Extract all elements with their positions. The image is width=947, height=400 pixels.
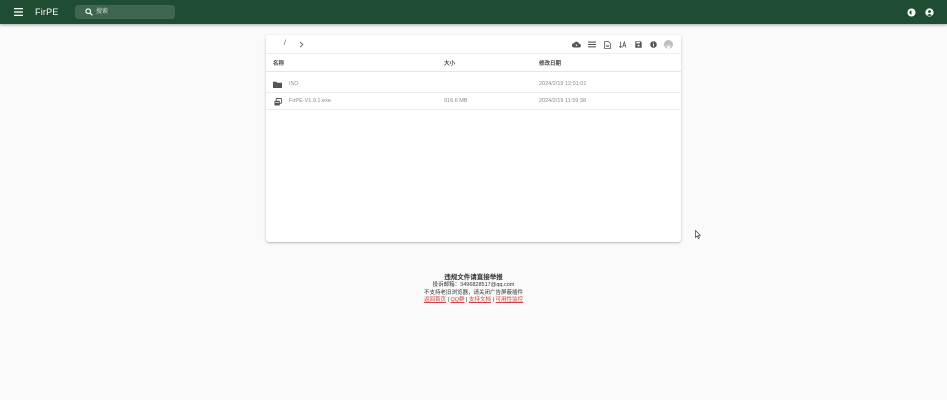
- save-icon: [635, 41, 642, 48]
- save-button[interactable]: [634, 40, 643, 49]
- footer-links: 返回首页 | QQ群 | 支持文档 | 可用性监控: [0, 297, 947, 305]
- download-button[interactable]: [572, 40, 581, 49]
- footer-link-docs[interactable]: 支持文档: [469, 297, 491, 303]
- search-input[interactable]: [96, 5, 172, 19]
- column-header-name[interactable]: 名称: [273, 61, 284, 67]
- text-file-button[interactable]: [603, 40, 612, 49]
- cloud-download-icon: [572, 41, 581, 48]
- sort-az-icon: [618, 41, 626, 48]
- table-header: 名称 大小 修改日期: [266, 53, 681, 72]
- search-box[interactable]: [75, 5, 175, 19]
- file-name: ISO: [289, 81, 299, 87]
- theme-toggle-button[interactable]: [905, 6, 917, 18]
- footer-title: 违规文件请直接举报: [444, 274, 503, 281]
- file-browser-card: / 名称 大小 修改日期 ISO 2024/2/19 12:01:01 FirP…: [266, 35, 681, 242]
- menu-icon: [13, 8, 23, 16]
- info-icon: [650, 41, 657, 48]
- app-title[interactable]: FirPE: [35, 5, 59, 19]
- toolbar: /: [266, 35, 681, 53]
- footer-link-home[interactable]: 返回首页: [424, 297, 446, 303]
- executable-icon: [273, 97, 282, 106]
- avatar-icon: [664, 44, 673, 49]
- account-circle-icon: [924, 7, 934, 17]
- footer-link-donate[interactable]: 可用性监控: [496, 297, 524, 303]
- footer-separator: |: [447, 297, 449, 303]
- column-header-modified[interactable]: 修改日期: [539, 61, 561, 67]
- brightness-icon: [906, 7, 916, 17]
- file-modified: 2024/2/19 12:01:01: [539, 81, 587, 87]
- footer: 违规文件请直接举报 投诉邮箱：3496828517@qq.com 不支持老旧浏览…: [0, 273, 947, 305]
- footer-link-qq[interactable]: QQ群: [450, 297, 464, 303]
- footer-separator: |: [466, 297, 468, 303]
- footer-separator: |: [492, 297, 494, 303]
- account-button[interactable]: [923, 6, 935, 18]
- app-bar: FirPE: [0, 0, 947, 24]
- file-modified: 2024/2/19 11:59:38: [539, 98, 586, 104]
- list-view-icon: [587, 41, 596, 48]
- file-size: 916.6 MB: [444, 98, 468, 104]
- list-view-button[interactable]: [587, 40, 596, 49]
- mouse-cursor-icon: [695, 230, 701, 239]
- sort-button[interactable]: [618, 40, 627, 49]
- table-row[interactable]: ISO 2024/2/19 12:01:01: [266, 76, 681, 93]
- user-avatar[interactable]: [664, 40, 673, 49]
- table-row[interactable]: FirPE-V1.9.1.exe 916.6 MB 2024/2/19 11:5…: [266, 93, 681, 110]
- info-button[interactable]: [649, 40, 658, 49]
- search-icon: [85, 8, 93, 16]
- footer-contact: 投诉邮箱：3496828517@qq.com: [432, 282, 515, 288]
- breadcrumb-root[interactable]: /: [281, 39, 289, 49]
- chevron-right-icon: [299, 40, 304, 48]
- file-text-icon: [604, 40, 611, 49]
- footer-notice: 不支持老旧浏览器，请关闭广告屏蔽插件: [423, 289, 523, 296]
- file-name: FirPE-V1.9.1.exe: [289, 98, 331, 104]
- menu-button[interactable]: [12, 6, 24, 18]
- breadcrumb-chevron[interactable]: [297, 40, 305, 48]
- folder-icon: [273, 80, 282, 89]
- column-header-size[interactable]: 大小: [444, 61, 455, 67]
